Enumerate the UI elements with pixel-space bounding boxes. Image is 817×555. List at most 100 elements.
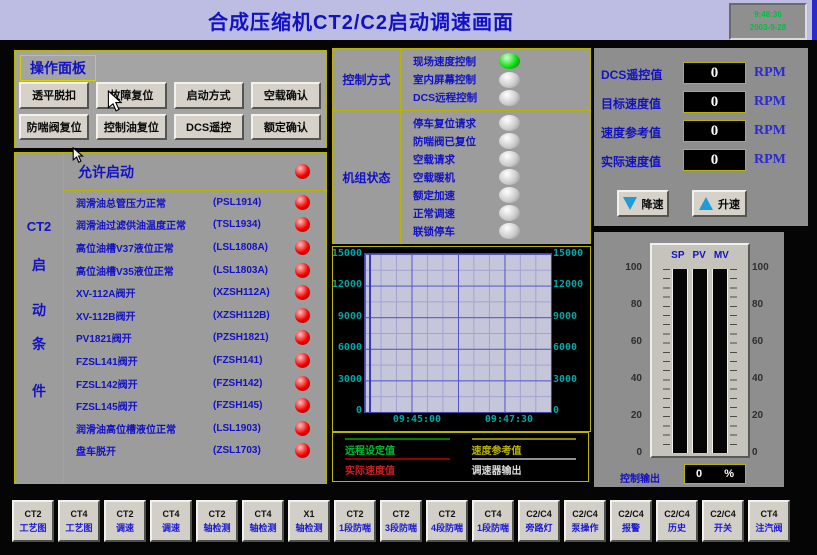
control-mode-options: 现场速度控制室内屏幕控制DCS远程控制 (401, 49, 590, 110)
nav-button-line2: 1段防喘 (339, 524, 371, 533)
gauge-bar-pv (692, 269, 708, 453)
nav-button-line2: 工艺图 (19, 524, 46, 533)
option-status-lamp (499, 72, 520, 88)
nav-button-ct4-1段防喘[interactable]: CT41段防喘 (472, 500, 514, 542)
nav-button-line2: 注汽阀 (755, 524, 782, 533)
clock-date: 2003-9-28 (750, 24, 786, 32)
startup-conditions-panel: CT2 启 动 条 件 允许启动 润滑油总管压力正常(PSL1914)润滑油过滤… (14, 152, 327, 484)
speed-value-unit: RPM (754, 123, 786, 139)
bottom-navigation-bar: CT2工艺图CT4工艺图CT2调速CT4调速CT2轴检测CT4轴检测X1轴检测C… (0, 490, 817, 555)
vertical-label-char: 启 (15, 255, 63, 275)
nav-button-ct2-1段防喘[interactable]: CT21段防喘 (334, 500, 376, 542)
nav-button-c2c4-开关[interactable]: C2/C4开关 (702, 500, 744, 542)
operation-panel: 操作面板 透平脱扣故障复位启动方式空载确认防喘阀复位控制油复位DCS遥控额定确认 (14, 50, 327, 148)
condition-status-lamp (295, 443, 310, 458)
option-status-lamp (499, 169, 520, 185)
nav-button-c2c4-报警[interactable]: C2/C4报警 (610, 500, 652, 542)
nav-button-ct2-轴检测[interactable]: CT2轴检测 (196, 500, 238, 542)
nav-button-c2c4-旁路灯[interactable]: C2/C4旁路灯 (518, 500, 560, 542)
option-status-lamp (499, 223, 520, 239)
condition-tag: (ZSL1703) (213, 445, 295, 456)
speed-value-display: 0 (683, 62, 746, 84)
condition-status-lamp (295, 285, 310, 300)
condition-label: 润滑油总管压力正常 (76, 195, 213, 210)
nav-button-c2c4-泵操作[interactable]: C2/C4泵操作 (564, 500, 606, 542)
nav-button-line2: 轴检测 (249, 524, 276, 533)
gauge-scale-label: 0 (636, 447, 642, 458)
nav-button-c2c4-历史[interactable]: C2/C4历史 (656, 500, 698, 542)
option-status-lamp (499, 205, 520, 221)
legend-label: 远程设定值 (345, 442, 450, 457)
speed-values-panel: 降速 升速 DCS遥控值0RPM目标速度值0RPM速度参考值0RPM实际速度值0… (594, 48, 808, 226)
speed-value-unit: RPM (754, 65, 786, 81)
y-tick-label: 9000 (338, 311, 362, 322)
condition-row: 高位油槽V37液位正常(LSL1808A) (64, 236, 326, 259)
op-button[interactable]: 空载确认 (251, 82, 321, 109)
option-row: 空载请求 (401, 150, 590, 168)
nav-button-line2: 调速 (162, 524, 180, 533)
op-button[interactable]: 透平脱扣 (19, 82, 89, 109)
vertical-label-char: 件 (15, 381, 63, 401)
op-button[interactable]: 防喘阀复位 (19, 114, 89, 141)
condition-label: 润滑油过滤供油温度正常 (76, 217, 213, 232)
condition-row: 润滑油总管压力正常(PSL1914) (64, 191, 326, 214)
condition-tag: (XZSH112A) (213, 287, 295, 298)
control-output-value: 0 (696, 468, 702, 480)
condition-status-lamp (295, 195, 310, 210)
speed-value-label: 实际速度值 (601, 153, 661, 170)
nav-button-ct4-调速[interactable]: CT4调速 (150, 500, 192, 542)
arrow-down-icon (623, 197, 637, 210)
gauge-column-header: PV (693, 250, 706, 261)
speed-value-display: 0 (683, 120, 746, 142)
nav-button-line2: 工艺图 (65, 524, 92, 533)
op-button[interactable]: 额定确认 (251, 114, 321, 141)
condition-label: XV-112A阀开 (76, 285, 213, 300)
op-button[interactable]: DCS遥控 (174, 114, 244, 141)
y-axis-left: 15000120009000600030000 (333, 248, 362, 416)
op-button[interactable]: 控制油复位 (96, 114, 166, 141)
gauge-column-header: MV (714, 250, 729, 261)
condition-status-lamp (295, 240, 310, 255)
nav-button-ct2-4段防喘[interactable]: CT24段防喘 (426, 500, 468, 542)
legend-line-swatch (345, 458, 450, 460)
condition-label: 盘车脱开 (76, 443, 213, 458)
nav-button-ct2-调速[interactable]: CT2调速 (104, 500, 146, 542)
condition-row: 润滑油高位槽液位正常(LSL1903) (64, 417, 326, 440)
nav-button-ct4-轴检测[interactable]: CT4轴检测 (242, 500, 284, 542)
nav-button-line1: CT2 (392, 510, 409, 519)
nav-button-ct4-工艺图[interactable]: CT4工艺图 (58, 500, 100, 542)
control-mode-section: 控制方式 现场速度控制室内屏幕控制DCS远程控制 (333, 49, 590, 111)
speed-value-unit: RPM (754, 152, 786, 168)
condition-row: 高位油槽V35液位正常(LSL1803A) (64, 259, 326, 282)
option-row: 正常调速 (401, 204, 590, 222)
option-row: 空载暖机 (401, 168, 590, 186)
page-title: 合成压缩机CT2/C2启动调速画面 (0, 0, 722, 40)
nav-button-x1-轴检测[interactable]: X1轴检测 (288, 500, 330, 542)
nav-button-line1: C2/C4 (572, 510, 598, 519)
nav-button-ct2-工艺图[interactable]: CT2工艺图 (12, 500, 54, 542)
nav-button-ct2-3段防喘[interactable]: CT23段防喘 (380, 500, 422, 542)
y-tick-label: 12000 (553, 279, 583, 290)
start-permit-lamp (295, 164, 310, 179)
gauge-body: SPPVMV (650, 243, 750, 458)
speed-value-label: DCS遥控值 (601, 66, 662, 83)
gauge-scale-label: 40 (631, 373, 642, 384)
speed-value-label: 速度参考值 (601, 124, 661, 141)
y-tick-label: 3000 (338, 374, 362, 385)
trend-time-cursor (369, 254, 371, 412)
y-tick-label: 0 (356, 405, 362, 416)
condition-tag: (FZSH141) (213, 355, 295, 366)
controller-bar-gauge: 100806040200 SPPVMV 100806040200 控制输出 0 … (594, 232, 784, 487)
condition-row: 润滑油过滤供油温度正常(TSL1934) (64, 214, 326, 237)
nav-button-line1: C2/C4 (664, 510, 690, 519)
option-row: 防喘阀已复位 (401, 132, 590, 150)
nav-button-ct4-注汽阀[interactable]: CT4注汽阀 (748, 500, 790, 542)
legend-label: 速度参考值 (472, 442, 577, 457)
y-axis-right: 15000120009000600030000 (553, 248, 589, 416)
nav-button-line2: 调速 (116, 524, 134, 533)
title-edge-bar (812, 0, 817, 40)
legend-line-swatch (472, 458, 577, 460)
speed-down-button[interactable]: 降速 (617, 190, 669, 217)
speed-up-button[interactable]: 升速 (692, 190, 747, 217)
op-button[interactable]: 启动方式 (174, 82, 244, 109)
